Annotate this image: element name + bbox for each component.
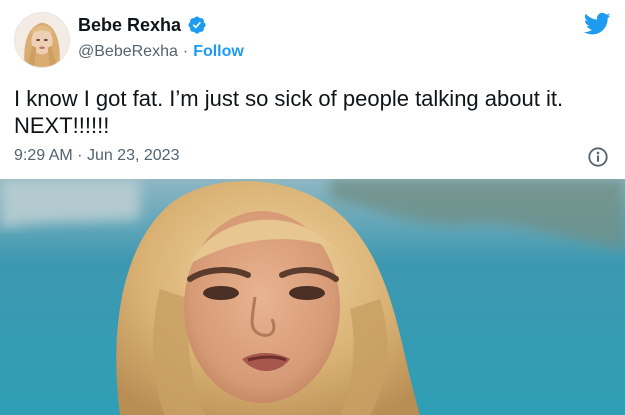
twitter-bird-icon[interactable] xyxy=(584,12,611,36)
follow-link[interactable]: Follow xyxy=(193,42,244,62)
tweet-card: Bebe Rexha @BebeRexha · Follow I know I … xyxy=(0,0,625,178)
tweet-media-image[interactable] xyxy=(0,179,625,415)
display-name[interactable]: Bebe Rexha xyxy=(78,14,181,36)
handle-separator: · xyxy=(182,43,189,60)
tweet-time: 9:29 AM xyxy=(14,147,73,164)
tweet-date: Jun 23, 2023 xyxy=(86,147,180,164)
tweet-timestamp[interactable]: 9:29 AM · Jun 23, 2023 xyxy=(14,146,179,166)
avatar[interactable] xyxy=(14,12,70,68)
meta-separator: · xyxy=(77,147,83,164)
handle-row: @BebeRexha · Follow xyxy=(78,42,244,62)
info-icon[interactable] xyxy=(587,146,609,168)
verified-badge-icon xyxy=(188,16,206,34)
avatar-image xyxy=(15,13,69,67)
name-row: Bebe Rexha xyxy=(78,14,207,36)
media-photo xyxy=(0,179,625,415)
tweet-text: I know I got fat. I’m just so sick of pe… xyxy=(14,86,564,138)
user-handle[interactable]: @BebeRexha xyxy=(78,42,178,62)
